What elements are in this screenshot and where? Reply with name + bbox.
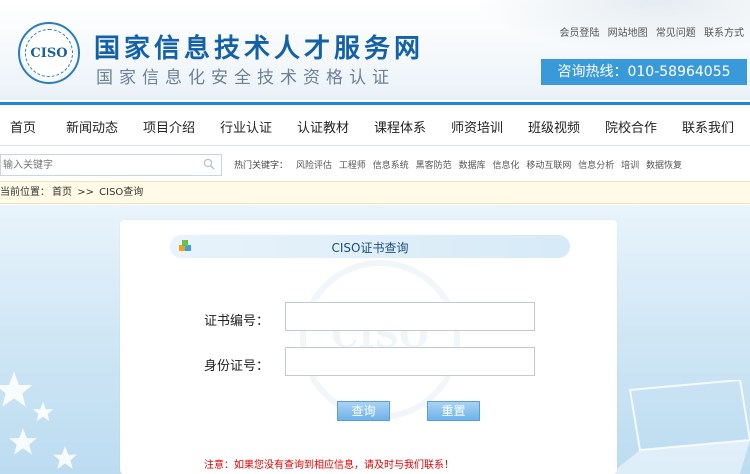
breadcrumb-label: 当前位置：	[0, 187, 50, 198]
cert-number-label: 证书编号：	[204, 314, 270, 329]
hot-keyword[interactable]: 黑客防范	[416, 161, 452, 171]
nav-item-contact[interactable]: 联系我们	[682, 117, 734, 136]
nav-item-class-videos[interactable]: 班级视频	[528, 117, 580, 136]
search-icon[interactable]	[203, 158, 215, 170]
star-icon	[32, 401, 54, 422]
nav-item-textbooks[interactable]: 认证教材	[297, 117, 349, 136]
search-row: 热门关键字： 风险评估 工程师 信息系统 黑客防范 数据库 信息化 移动互联网 …	[0, 150, 750, 178]
top-link-login[interactable]: 会员登陆	[559, 28, 599, 39]
panel-titlebar: CISO证书查询	[170, 235, 570, 258]
top-links: 会员登陆 网站地图 常见问题 联系方式	[554, 24, 744, 39]
cert-number-input[interactable]	[285, 302, 535, 331]
hot-keywords-list: 风险评估 工程师 信息系统 黑客防范 数据库 信息化 移动互联网 信息分析 培训…	[296, 158, 686, 171]
star-icon	[53, 446, 77, 469]
ciso-logo[interactable]: CISO	[18, 22, 80, 84]
laptop-illustration	[610, 380, 750, 474]
nav-item-projects[interactable]: 项目介绍	[143, 117, 195, 136]
hot-keyword[interactable]: 信息系统	[373, 161, 409, 171]
nav-item-courses[interactable]: 课程体系	[374, 117, 426, 136]
hotline-banner: 咨询热线：010-58964055	[541, 59, 747, 85]
breadcrumb-separator: >>	[77, 187, 94, 198]
hot-keywords-label: 热门关键字：	[234, 161, 289, 171]
top-link-contact[interactable]: 联系方式	[704, 28, 744, 39]
top-link-faq[interactable]: 常见问题	[656, 28, 696, 39]
hot-keyword[interactable]: 数据恢复	[646, 161, 682, 171]
notice-text: 注意：如果您没有查询到相应信息，请及时与我们联系！	[204, 460, 454, 471]
nav-item-industry-cert[interactable]: 行业认证	[220, 117, 272, 136]
hot-keyword[interactable]: 工程师	[339, 161, 366, 171]
id-number-input[interactable]	[285, 347, 535, 376]
site-title: 国家信息技术人才服务网	[94, 34, 425, 64]
id-number-label: 身份证号：	[204, 359, 270, 374]
hot-keyword[interactable]: 移动互联网	[526, 161, 571, 171]
breadcrumb-home[interactable]: 首页	[52, 187, 72, 198]
search-input[interactable]	[1, 155, 196, 175]
nav-item-home[interactable]: 首页	[10, 117, 36, 136]
ciso-watermark: CISO	[300, 260, 460, 420]
site-header: CISO 国家信息技术人才服务网 国家信息化安全技术资格认证 会员登陆 网站地图…	[0, 0, 750, 100]
hot-keyword[interactable]: 信息化	[492, 161, 519, 171]
panel-title: CISO证书查询	[331, 241, 409, 255]
top-link-sitemap[interactable]: 网站地图	[608, 28, 648, 39]
site-subtitle: 国家信息化安全技术资格认证	[96, 68, 395, 88]
star-icon	[9, 428, 37, 455]
hot-keyword[interactable]: 数据库	[459, 161, 486, 171]
reset-button[interactable]: 重置	[427, 401, 480, 421]
cert-query-panel: CISO CISO证书查询 证书编号： 身份证号： 查询 重置 注意：如果您没有…	[120, 220, 617, 474]
nav-item-news[interactable]: 新闻动态	[66, 117, 118, 136]
nav-item-school-coop[interactable]: 院校合作	[605, 117, 657, 136]
search-box	[0, 154, 222, 176]
star-icon	[0, 371, 33, 407]
breadcrumb: 当前位置： 首页 >> CISO查询	[0, 181, 750, 204]
logo-text: CISO	[30, 46, 68, 61]
nav-item-teacher-training[interactable]: 师资培训	[451, 117, 503, 136]
main-nav: 首页 新闻动态 项目介绍 行业认证 认证教材 课程体系 师资培训 班级视频 院校…	[0, 105, 750, 146]
hot-keyword[interactable]: 培训	[621, 161, 639, 171]
hot-keyword[interactable]: 风险评估	[296, 161, 332, 171]
hot-keyword[interactable]: 信息分析	[578, 161, 614, 171]
breadcrumb-current: CISO查询	[99, 187, 144, 198]
query-button[interactable]: 查询	[337, 401, 390, 421]
